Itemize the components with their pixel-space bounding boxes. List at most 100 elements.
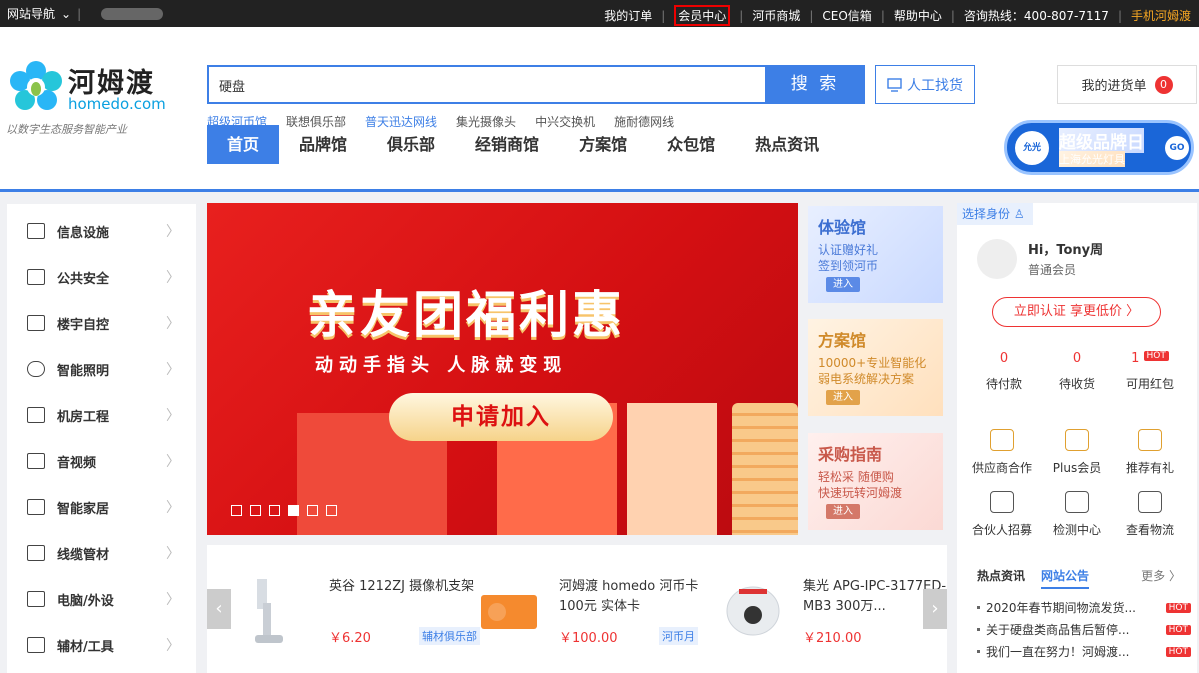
select-identity-link[interactable]: 选择身份 ♙ — [957, 203, 1033, 225]
service-label: 供应商合作 — [971, 461, 1032, 475]
category-item[interactable]: 电脑/外设 〉 — [7, 576, 196, 622]
server-icon — [27, 407, 45, 423]
category-label: 智能家居 — [57, 501, 110, 517]
prev-arrow-button[interactable]: ‹ — [207, 589, 231, 629]
nav-dealer-hall[interactable]: 经销商馆 — [455, 125, 559, 164]
divider: | — [809, 8, 814, 23]
category-label: 电脑/外设 — [57, 593, 114, 609]
next-arrow-button[interactable]: › — [923, 589, 947, 629]
cart-button[interactable]: 我的进货单 0 — [1057, 65, 1197, 104]
super-brand-day-promo[interactable]: 允光 超级品牌日 上海允光灯具 GO — [1004, 120, 1194, 175]
hero-banner[interactable]: 亲友团福利惠 动动手指头 人脉就变现 申请加入 — [207, 203, 798, 535]
category-label: 辅材/工具 — [57, 639, 114, 655]
track-logistics-link[interactable]: 查看物流 — [1115, 491, 1185, 538]
category-item[interactable]: 公共安全 〉 — [7, 254, 196, 300]
nav-crowdsource-hall[interactable]: 众包馆 — [647, 125, 735, 164]
member-center-link[interactable]: 会员中心 — [674, 5, 731, 26]
hot-badge: HOT — [1165, 602, 1191, 613]
enter-button[interactable]: 进入 — [826, 277, 860, 292]
tools-icon — [27, 637, 45, 653]
carousel-dot[interactable] — [250, 505, 261, 516]
referral-link[interactable]: 推荐有礼 — [1115, 429, 1185, 476]
tab-announcements[interactable]: 网站公告 — [1041, 567, 1090, 589]
chevron-right-icon: 〉 — [166, 500, 180, 516]
category-item[interactable]: 信息设施 〉 — [7, 208, 196, 254]
service-label: 查看物流 — [1125, 523, 1174, 537]
my-orders-link[interactable]: 我的订单 — [604, 7, 652, 24]
plus-member-link[interactable]: Plus会员 — [1042, 429, 1112, 476]
site-nav-link[interactable]: 网站导航 — [7, 5, 55, 22]
stat-count: 1 — [1131, 351, 1140, 366]
notice-item[interactable]: 2020年春节期间物流发货... HOT — [977, 599, 1191, 616]
mobile-site-link[interactable]: 手机河姆渡 — [1131, 7, 1191, 24]
manual-sourcing-button[interactable]: 人工找货 — [875, 65, 975, 104]
chevron-right-icon: 〉 — [166, 454, 180, 470]
nav-solution-hall[interactable]: 方案馆 — [559, 125, 647, 164]
experience-hall-tile[interactable]: 体验馆 认证赠好礼 签到领河币 进入 — [808, 206, 943, 303]
notice-item[interactable]: 我们一直在努力！河姆渡... HOT — [977, 643, 1191, 660]
notice-text: 2020年春节期间物流发货... — [986, 601, 1136, 615]
divider: | — [661, 8, 666, 23]
avatar[interactable] — [977, 239, 1017, 279]
testing-center-link[interactable]: 检测中心 — [1042, 491, 1112, 538]
product-tag[interactable]: 辅材俱乐部 — [419, 627, 480, 645]
product-price: ￥100.00 — [559, 631, 618, 646]
coin-mall-link[interactable]: 河币商城 — [752, 7, 800, 24]
category-label: 公共安全 — [57, 271, 110, 287]
promo-title: 超级品牌日 — [1059, 128, 1144, 153]
notice-item[interactable]: 关于硬盘类商品售后暂停... HOT — [977, 621, 1191, 638]
verify-now-button[interactable]: 立即认证 享更低价 〉 — [992, 297, 1161, 327]
product-card[interactable]: 英谷 1212ZJ 摄像机支架 ￥6.20 辅材俱乐部 — [243, 575, 483, 655]
more-link[interactable]: 更多 〉 — [1141, 567, 1181, 584]
divider: | — [950, 8, 955, 23]
chevron-down-icon: ⌄ — [61, 6, 72, 21]
nav-hot-news[interactable]: 热点资讯 — [735, 125, 839, 164]
category-item[interactable]: 线缆管材 〉 — [7, 530, 196, 576]
nav-club[interactable]: 俱乐部 — [367, 125, 455, 164]
product-card[interactable]: 集光 APG-IPC-3177ED-MB3 300万... ￥210.00 — [717, 575, 957, 655]
carousel-dot[interactable] — [231, 505, 242, 516]
carousel-dot[interactable] — [288, 505, 299, 516]
promo-subtitle: 上海允光灯具 — [1059, 151, 1125, 167]
help-center-link[interactable]: 帮助中心 — [894, 7, 942, 24]
flower-logo-icon — [10, 61, 62, 110]
product-card[interactable]: 河姆渡 homedo 河币卡 100元 实体卡 ￥100.00 河币月 — [473, 575, 713, 655]
nav-home[interactable]: 首页 — [207, 125, 280, 164]
ceo-mailbox-link[interactable]: CEO信箱 — [822, 7, 871, 24]
camera-bracket-image — [255, 579, 283, 643]
chevron-right-icon: 〉 — [166, 408, 180, 424]
category-item[interactable]: 机房工程 〉 — [7, 392, 196, 438]
pending-payment-stat[interactable]: 0 待付款 — [969, 351, 1039, 392]
nav-brand-hall[interactable]: 品牌馆 — [279, 125, 367, 164]
tab-hot-news[interactable]: 热点资讯 — [977, 567, 1025, 589]
category-item[interactable]: 辅材/工具 〉 — [7, 622, 196, 668]
carousel-dot[interactable] — [269, 505, 280, 516]
enter-button[interactable]: 进入 — [826, 504, 860, 519]
site-logo[interactable]: 河姆渡 homedo.com 以数字生态服务智能产业 — [6, 59, 176, 139]
pending-receipt-stat[interactable]: 0 待收货 — [1042, 351, 1112, 392]
main-nav: 首页 品牌馆 俱乐部 经销商馆 方案馆 众包馆 热点资讯 — [207, 125, 839, 164]
supplier-cooperation-link[interactable]: 供应商合作 — [967, 429, 1037, 476]
chevron-right-icon: 〉 — [166, 224, 180, 240]
enter-button[interactable]: 进入 — [826, 390, 860, 405]
red-packet-stat[interactable]: 1 HOT 可用红包 — [1115, 351, 1185, 392]
carousel-dot[interactable] — [326, 505, 337, 516]
chevron-right-icon: 〉 — [166, 316, 180, 332]
category-item[interactable]: 智能家居 〉 — [7, 484, 196, 530]
divider: | — [77, 6, 82, 21]
chevron-right-icon: 〉 — [166, 592, 180, 608]
shield-icon — [1065, 491, 1089, 513]
category-label: 线缆管材 — [57, 547, 110, 563]
partner-recruit-link[interactable]: 合伙人招募 — [967, 491, 1037, 538]
category-item[interactable]: 楼宇自控 〉 — [7, 300, 196, 346]
purchase-guide-tile[interactable]: 采购指南 轻松采 随便购 快速玩转河姆渡 进入 — [808, 433, 943, 530]
search-button[interactable]: 搜 索 — [765, 65, 865, 104]
apply-join-button[interactable]: 申请加入 — [389, 393, 613, 441]
product-tag[interactable]: 河币月 — [659, 627, 698, 645]
search-input[interactable] — [219, 75, 759, 95]
category-item[interactable]: 智能照明 〉 — [7, 346, 196, 392]
category-item[interactable]: 音视频 〉 — [7, 438, 196, 484]
carousel-dot[interactable] — [307, 505, 318, 516]
search-box: 搜 索 — [207, 65, 865, 104]
solution-hall-tile[interactable]: 方案馆 10000+专业智能化 弱电系统解决方案 进入 — [808, 319, 943, 416]
